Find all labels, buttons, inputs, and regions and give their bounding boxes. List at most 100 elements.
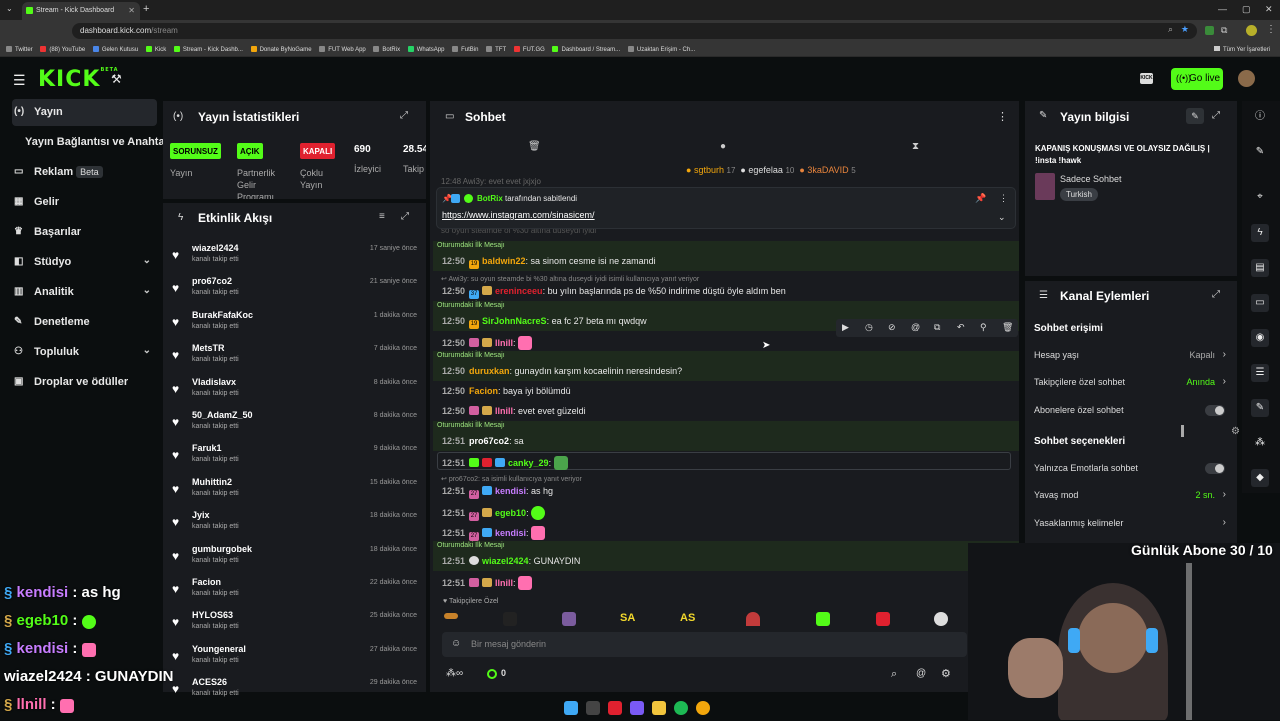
document-icon[interactable]: ▤ — [1251, 259, 1269, 277]
folder-icon[interactable] — [652, 701, 666, 715]
wrench-icon[interactable]: ✎ — [1251, 399, 1269, 417]
bookmark[interactable]: Twitter — [6, 46, 33, 53]
bookmark[interactable]: TFT — [486, 46, 506, 53]
nav-item-basarilar[interactable]: ♛ Başarılar — [12, 219, 157, 245]
follower-name[interactable]: Muhittin2 — [192, 477, 232, 487]
nav-item-gelir[interactable]: ▦ Gelir — [12, 189, 157, 215]
activity-row[interactable]: ♥ MetsTR kanalı takip etti 7 dakika önce — [170, 340, 420, 373]
infinity-points-icon[interactable]: ⁂∞ — [446, 668, 463, 679]
activity-row[interactable]: ♥ Facion kanalı takip etti 22 dakika önce — [170, 574, 420, 607]
follower-name[interactable]: ACES26 — [192, 677, 227, 687]
emote-icon[interactable] — [876, 612, 890, 626]
account-age-setting[interactable]: Hesap yaşı Kapalı › — [1034, 349, 1229, 370]
broadcast-icon[interactable]: ◉ — [1251, 329, 1269, 347]
follower-name[interactable]: HYLOS63 — [192, 610, 233, 620]
subs-only-toggle[interactable] — [1205, 405, 1225, 416]
slow-mode-setting[interactable]: Yavaş mod 2 sn. › — [1034, 489, 1229, 510]
follower-name[interactable]: Youngeneral — [192, 644, 246, 654]
bookmark[interactable]: FutBin — [452, 46, 478, 53]
chat-message[interactable]: 12:50 llnill: evet evet güzeldi — [437, 401, 1017, 421]
emote-icon[interactable] — [816, 612, 830, 626]
bookmark[interactable]: Dashboard / Stream... — [552, 46, 620, 53]
app-icon[interactable] — [630, 701, 644, 715]
follower-name[interactable]: Jyix — [192, 510, 210, 520]
activity-row[interactable]: ♥ Jyix kanalı takip etti 18 dakika önce — [170, 507, 420, 540]
chat-message[interactable]: 12:51 llnill: — [437, 571, 1017, 591]
emote-sa[interactable]: SA — [620, 612, 635, 624]
activity-row[interactable]: ♥ 50_AdamZ_50 kanalı takip etti 8 dakika ön… — [170, 407, 420, 440]
nav-item-denetleme[interactable]: ✎ Denetleme — [12, 309, 157, 335]
emote-icon[interactable] — [934, 612, 948, 626]
menu-icon[interactable]: ☰ — [13, 72, 26, 89]
kick-mod-icon[interactable]: KICK — [1140, 73, 1153, 84]
search-icon[interactable] — [586, 701, 600, 715]
unpin-icon[interactable]: 📌 — [975, 193, 986, 204]
nav-item-yayin[interactable]: (•) Yayın — [12, 99, 157, 126]
expand-icon[interactable]: ⤢ — [401, 211, 409, 222]
chat-message[interactable]: 12:51 pro67co2: sa — [437, 431, 1017, 451]
pinned-menu-icon[interactable]: ⋮ — [999, 193, 1008, 204]
info-icon[interactable]: ⓘ — [1251, 108, 1269, 126]
browser-menu-icon[interactable]: ⋮ — [1266, 24, 1276, 35]
clip-icon[interactable]: ⌖ — [1251, 188, 1269, 206]
ban-icon[interactable]: ⊘ — [888, 322, 896, 333]
chat-message[interactable]: 12:51 wiazel2424: GUNAYDIN — [437, 551, 1017, 571]
follower-name[interactable]: Facion — [192, 577, 221, 587]
activity-row[interactable]: ♥ Vladislavx kanalı takip etti 8 dakika önc… — [170, 374, 420, 407]
new-tab-icon[interactable]: + — [143, 3, 149, 15]
follower-name[interactable]: Vladislavx — [192, 377, 236, 387]
chat-input[interactable]: ☺ Bir mesaj gönderin — [442, 632, 967, 657]
bookmark[interactable]: FUT.GG — [513, 46, 545, 53]
followers-only-setting[interactable]: Takipçilere özel sohbet Anında › — [1034, 376, 1229, 397]
start-icon[interactable] — [564, 701, 578, 715]
play-icon[interactable]: ▶ — [842, 322, 849, 333]
bookmark[interactable]: Gelen Kutusu — [92, 46, 138, 53]
filter-icon[interactable]: ≡ — [379, 211, 385, 222]
extension-icon[interactable] — [1205, 26, 1214, 35]
chat-message[interactable]: 12:50 37 ereninceeu: bu yılın başlarında p… — [437, 281, 1017, 301]
all-bookmarks[interactable]: Tüm Yer İşaretleri — [1214, 46, 1270, 53]
emote-icon[interactable] — [562, 612, 576, 626]
pinned-message[interactable]: 📌 BotRix tarafından sabitlendi https://w… — [436, 187, 1016, 229]
copy-icon[interactable]: ⧉ — [934, 322, 940, 333]
nav-item-droplar[interactable]: ▣ Droplar ve ödüller — [12, 369, 157, 395]
go-live-button[interactable]: ((•)) Go live — [1171, 68, 1223, 90]
resize-handle[interactable] — [1181, 425, 1184, 437]
close-window-icon[interactable]: ✕ — [1265, 4, 1273, 15]
chat-menu-icon[interactable]: ⋮ — [997, 110, 1008, 123]
nav-item-reklam[interactable]: ▭ Reklam Beta — [12, 159, 157, 185]
emote-icon[interactable] — [746, 612, 760, 626]
follower-name[interactable]: pro67co2 — [192, 276, 232, 286]
follower-name[interactable]: gumburgobek — [192, 544, 252, 554]
bookmark[interactable]: Kick — [145, 46, 166, 53]
sliders-icon[interactable]: ☰ — [1251, 364, 1269, 382]
minimize-icon[interactable]: — — [1218, 4, 1227, 14]
activity-row[interactable]: ♥ gumburgobek kanalı takip etti 18 dakika ö… — [170, 541, 420, 574]
chat-message[interactable]: 12:50 Facion: baya iyi bölümdü — [437, 381, 1017, 401]
follower-name[interactable]: BurakFafaKoc — [192, 310, 253, 320]
spotify-icon[interactable] — [674, 701, 688, 715]
delete-icon[interactable]: 🗑 — [1002, 322, 1013, 333]
activity-row[interactable]: ♥ HYLOS63 kanalı takip etti 25 dakika önce — [170, 607, 420, 640]
bookmark[interactable]: Stream - Kick Dashb... — [173, 46, 243, 53]
follower-name[interactable]: 50_AdamZ_50 — [192, 410, 253, 420]
chat-message[interactable]: 12:50 duruxkan: gunaydın karşım kocaelini… — [437, 361, 1017, 381]
follower-name[interactable]: Faruk1 — [192, 443, 222, 453]
emote-as[interactable]: AS — [680, 612, 695, 624]
emotes-only-toggle[interactable] — [1205, 463, 1225, 474]
hammer-icon[interactable]: ⚒ — [111, 72, 122, 86]
bookmark[interactable]: (88) YouTube — [40, 46, 85, 53]
mention-icon[interactable]: @ — [916, 668, 926, 679]
mention-icon[interactable]: @ — [911, 322, 920, 332]
activity-row[interactable]: ♥ Muhittin2 kanalı takip etti 15 dakika önc… — [170, 474, 420, 507]
chrome-icon[interactable] — [696, 701, 710, 715]
expand-icon[interactable]: ⤢ — [1212, 289, 1220, 300]
reply-icon[interactable]: ↶ — [957, 322, 965, 333]
banned-words-setting[interactable]: Yasaklanmış kelimeler › — [1034, 517, 1229, 538]
bookmark[interactable]: Uzaktan Erişim - Ch... — [627, 46, 695, 53]
follower-name[interactable]: wiazel2424 — [192, 243, 239, 253]
search-icon[interactable]: ⌕ — [891, 668, 897, 681]
activity-row[interactable]: ♥ Youngeneral kanalı takip etti 27 dakika ö… — [170, 641, 420, 674]
timeout-icon[interactable]: ◷ — [865, 322, 873, 333]
chat-message[interactable]: 12:51 27 kendisi: — [437, 521, 1017, 541]
